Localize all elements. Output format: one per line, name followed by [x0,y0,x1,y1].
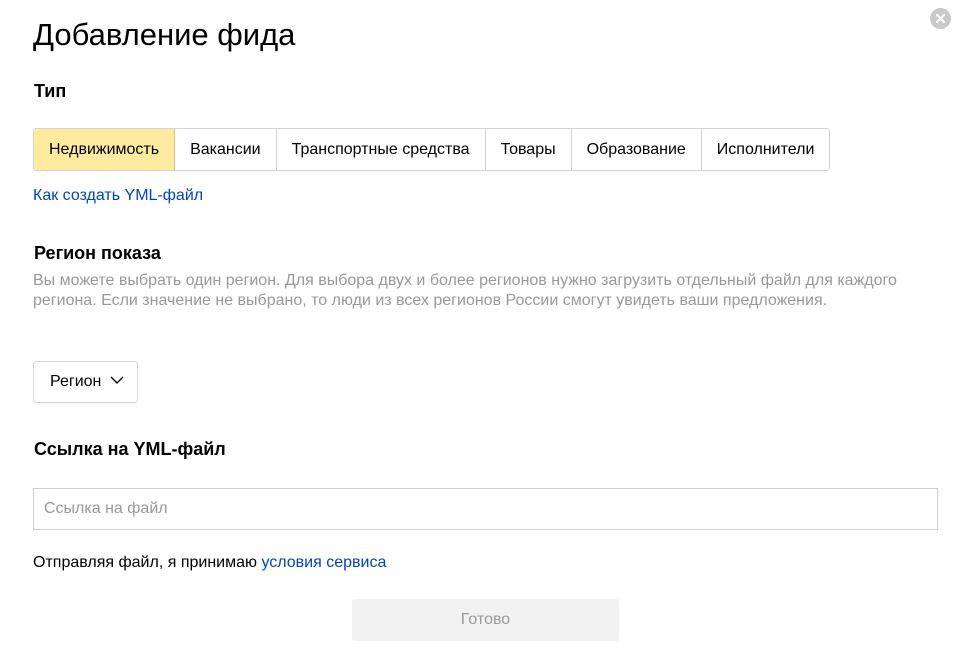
yml-help-link[interactable]: Как создать YML-файл [33,186,203,206]
region-heading: Регион показа [34,243,161,263]
region-select-button[interactable]: Регион [33,361,138,403]
terms-notice: Отправляя файл, я принимаю условия серви… [33,553,386,573]
type-option-goods[interactable]: Товары [484,129,571,170]
feed-type-selector: Недвижимость Вакансии Транспортные средс… [33,128,831,171]
type-option-vehicles[interactable]: Транспортные средства [275,129,485,170]
done-button[interactable]: Готово [352,599,619,641]
type-option-vacancies[interactable]: Вакансии [175,129,276,170]
type-option-performers[interactable]: Исполнители [700,129,830,170]
type-heading: Тип [34,81,67,101]
region-description: Вы можете выбрать один регион. Для выбор… [33,272,897,309]
close-circle-icon [935,13,946,24]
yml-link-input[interactable] [33,488,938,530]
yml-link-heading: Ссылка на YML-файл [34,439,226,459]
type-option-education[interactable]: Образование [570,129,701,170]
type-option-real-estate[interactable]: Недвижимость [34,129,176,170]
chevron-down-icon [110,376,124,384]
close-button[interactable] [930,8,951,29]
dialog-title: Добавление фида [33,17,296,52]
region-select-label: Регион [50,373,102,390]
add-feed-dialog: Добавление фида Тип Недвижимость Ваканси… [0,0,960,652]
terms-text: Отправляя файл, я принимаю [33,554,262,571]
terms-link[interactable]: условия сервиса [261,554,386,571]
